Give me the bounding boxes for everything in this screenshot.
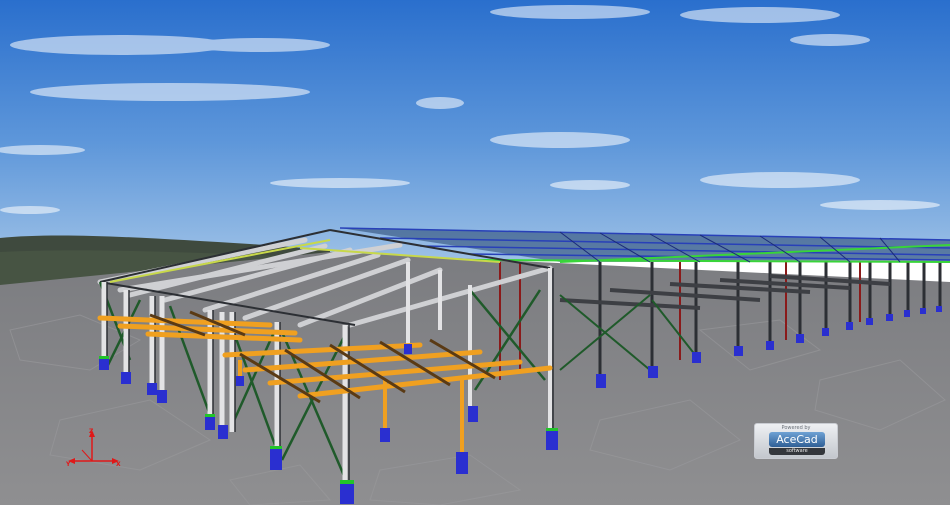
3d-viewport[interactable]: Z X Y Powered by AceCad software — [0, 0, 950, 505]
axis-z-label: Z — [89, 428, 94, 435]
axis-y-label: Y — [65, 461, 71, 468]
logo-powered-by: Powered by — [781, 425, 811, 431]
acecad-logo: Powered by AceCad software — [754, 423, 838, 459]
axis-x-label: X — [116, 461, 121, 468]
logo-brand: AceCad — [769, 432, 825, 447]
logo-subtitle: software — [769, 448, 825, 455]
